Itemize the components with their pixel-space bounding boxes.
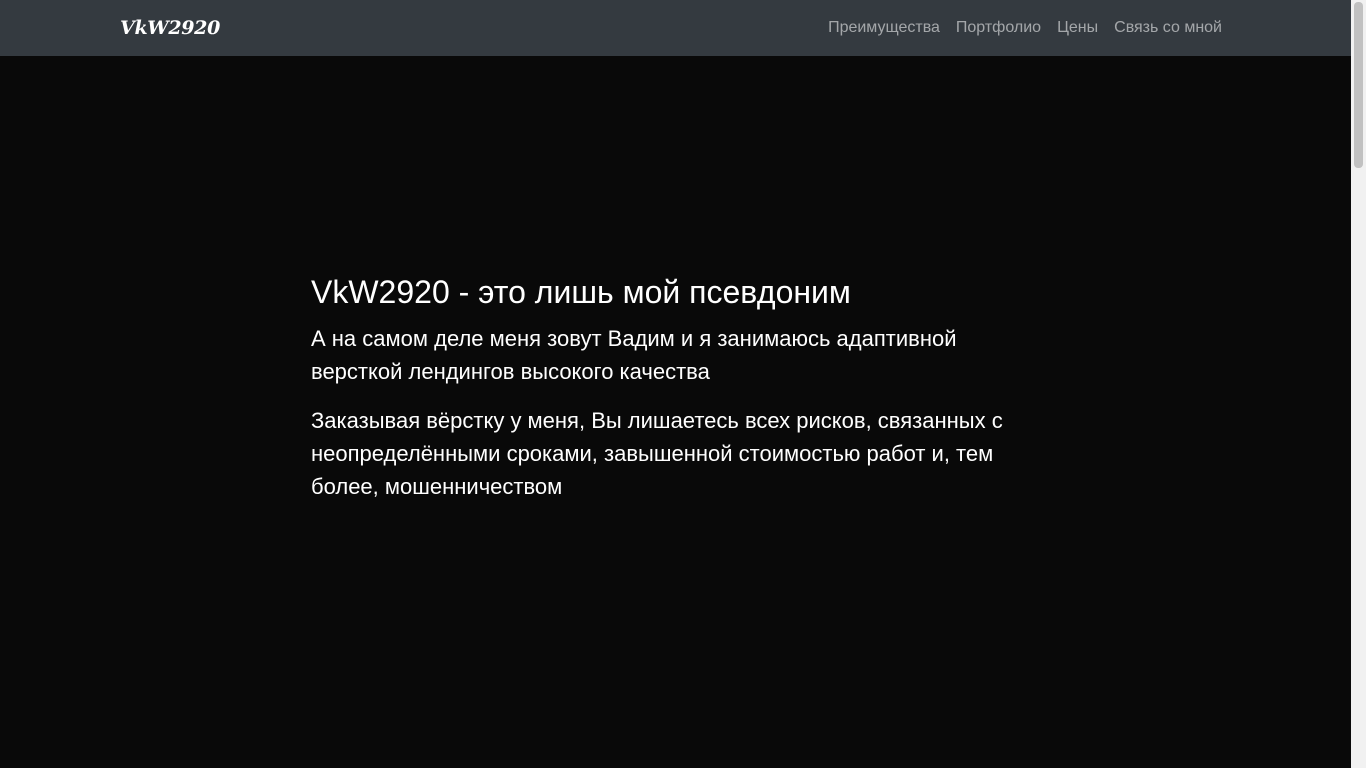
brand-logo[interactable]: VkW2920 bbox=[120, 14, 220, 42]
nav-link-prices[interactable]: Цены bbox=[1049, 14, 1106, 42]
page-scrollbar[interactable] bbox=[1351, 0, 1366, 768]
hero-text: Заказывая вёрстку у меня, Вы лишаетесь в… bbox=[311, 408, 1003, 499]
nav-link-portfolio[interactable]: Портфолио bbox=[948, 14, 1049, 42]
hero-lead: А на самом деле меня зовут Вадим и я зан… bbox=[311, 326, 957, 384]
nav-link-contact[interactable]: Связь со мной bbox=[1106, 14, 1222, 42]
hero-title: VkW2920 - это лишь мой псевдоним bbox=[311, 274, 851, 310]
nav-link-advantages[interactable]: Преимущества bbox=[820, 14, 948, 42]
scrollbar-thumb[interactable] bbox=[1354, 2, 1363, 168]
top-navbar: VkW2920 Преимущества Портфолио Цены Связ… bbox=[0, 0, 1351, 56]
nav-menu: Преимущества Портфолио Цены Связь со мно… bbox=[820, 14, 1222, 42]
hero-section: VkW2920 - это лишь мой псевдоним А на са… bbox=[311, 270, 1031, 519]
